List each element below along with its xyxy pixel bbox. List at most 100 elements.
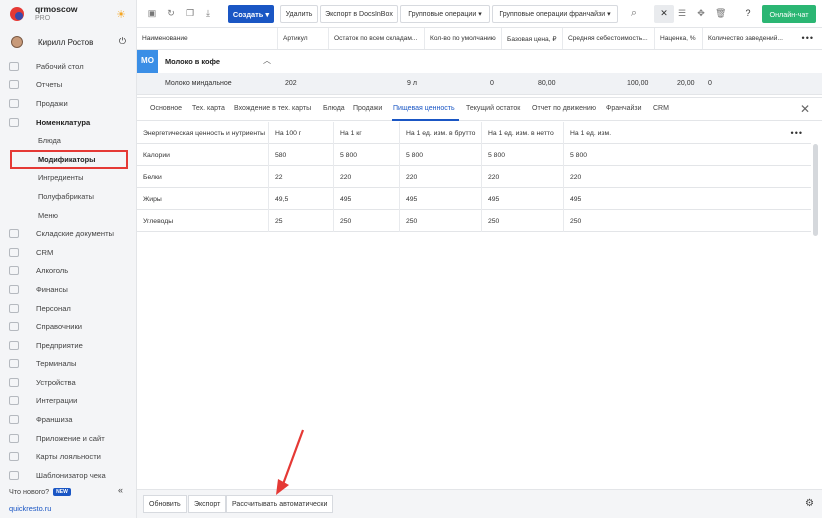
sidebar-item-devices[interactable]: Устройства	[0, 373, 137, 392]
sidebar-item-app-site[interactable]: Приложение и сайт	[0, 429, 137, 448]
list-icon[interactable]: ☰	[677, 8, 687, 18]
sidebar-item-sales[interactable]: Продажи	[0, 94, 137, 113]
table-cell[interactable]: 5 800	[482, 144, 564, 166]
table-cell[interactable]: 5 800	[334, 144, 400, 166]
table-row[interactable]: Жиры 49,5 495 495 495 495	[137, 188, 811, 210]
sidebar-item-reports[interactable]: Отчеты	[0, 76, 137, 95]
tab-sales[interactable]: Продажи	[353, 105, 382, 112]
table-cell[interactable]: 220	[400, 166, 482, 188]
column-header[interactable]: Кол-во по умолчанию	[425, 28, 502, 49]
table-cell[interactable]: 49,5	[269, 188, 334, 210]
column-header[interactable]: На 1 ед. изм.	[564, 122, 811, 144]
sidebar-item-nomenclature[interactable]: Номенклатура	[0, 113, 137, 132]
table-cell[interactable]: 580	[269, 144, 334, 166]
tab-franchisees[interactable]: Франчайзи	[606, 105, 642, 112]
sidebar-item-enterprise[interactable]: Предприятие	[0, 336, 137, 355]
more-options-icon[interactable]: •••	[791, 128, 803, 138]
refresh-icon[interactable]: ↻	[166, 8, 176, 18]
tab-crm[interactable]: CRM	[653, 105, 669, 112]
column-header[interactable]: Наценка, %	[655, 28, 703, 49]
column-header[interactable]: На 100 г	[269, 122, 334, 144]
sidebar-item-franchise[interactable]: Франшиза	[0, 410, 137, 429]
table-cell[interactable]: 250	[564, 210, 811, 232]
sun-icon[interactable]: ☀	[116, 8, 126, 21]
column-header[interactable]: Базовая цена, ₽	[502, 28, 563, 49]
table-cell[interactable]: 25	[269, 210, 334, 232]
sidebar-item-references[interactable]: Справочники	[0, 317, 137, 336]
sidebar-item-warehouse-docs[interactable]: Складские документы	[0, 224, 137, 243]
copy-icon[interactable]: ❐	[185, 8, 195, 18]
table-cell[interactable]: 220	[482, 166, 564, 188]
tab-movement-report[interactable]: Отчет по движению	[532, 105, 596, 112]
table-cell[interactable]: 495	[482, 188, 564, 210]
collapse-sidebar-icon[interactable]: «	[118, 485, 123, 495]
tab-dishes[interactable]: Блюда	[323, 105, 345, 112]
close-icon[interactable]: ✕	[800, 102, 810, 116]
sidebar-subitem-ingredients[interactable]: Ингредиенты	[0, 169, 137, 188]
sidebar-item-terminals[interactable]: Терминалы	[0, 355, 137, 374]
table-cell[interactable]: 495	[334, 188, 400, 210]
sidebar-item-loyalty-cards[interactable]: Карты лояльности	[0, 447, 137, 466]
scrollbar[interactable]	[813, 144, 818, 236]
tab-current-stock[interactable]: Текущий остаток	[466, 105, 520, 112]
table-cell[interactable]: 220	[564, 166, 811, 188]
trash-icon[interactable]: 🗑	[715, 8, 726, 18]
tab-nutrition[interactable]: Пищевая ценность	[393, 105, 455, 112]
table-cell[interactable]: 495	[564, 188, 811, 210]
export-docsinbox-button[interactable]: Экспорт в DocsInBox	[320, 5, 398, 23]
sidebar-item-crm[interactable]: CRM	[0, 243, 137, 262]
download-icon[interactable]: ⤓	[203, 8, 213, 18]
sidebar-subitem-dishes[interactable]: Блюда	[0, 131, 137, 150]
sidebar-item-staff[interactable]: Персонал	[0, 299, 137, 318]
table-row[interactable]: Молоко миндальное 202 9 л 0 80,00 100,00…	[137, 73, 822, 95]
tab-tech-card-usage[interactable]: Вхождение в тех. карты	[234, 105, 311, 112]
table-cell[interactable]: 220	[334, 166, 400, 188]
column-header[interactable]: На 1 ед. изм. в нетто	[482, 122, 564, 144]
move-icon[interactable]: ✥	[696, 8, 706, 18]
sidebar-item-receipt-template[interactable]: Шаблонизатор чека	[0, 466, 137, 485]
sidebar-item-integrations[interactable]: Интеграции	[0, 392, 137, 411]
refresh-button[interactable]: Обновить	[143, 495, 187, 513]
column-header[interactable]: Количество заведений...	[703, 28, 789, 49]
create-button[interactable]: Создать ▾	[228, 5, 274, 23]
group-operations-franchise-dropdown[interactable]: Групповые операции франчайзи ▾	[492, 5, 618, 23]
column-header[interactable]: Остаток по всем складам...	[329, 28, 425, 49]
help-icon[interactable]: ?	[743, 8, 753, 18]
user-profile[interactable]: Кирилл Ростов ⏻	[0, 32, 137, 52]
sidebar-item-desktop[interactable]: Рабочий стол	[0, 57, 137, 76]
table-cell[interactable]: 5 800	[564, 144, 811, 166]
search-icon[interactable]: ⌕	[629, 8, 639, 19]
table-row[interactable]: Калории 580 5 800 5 800 5 800 5 800	[137, 144, 811, 166]
tools-icon[interactable]: ✕	[659, 8, 669, 18]
table-row[interactable]: Углеводы 25 250 250 250 250	[137, 210, 811, 232]
table-cell[interactable]: 250	[334, 210, 400, 232]
column-header[interactable]: Энергетическая ценность и нутриенты	[137, 122, 269, 144]
column-header[interactable]: Наименование	[137, 28, 278, 49]
domain-link[interactable]: quickresto.ru	[9, 504, 51, 513]
save-icon[interactable]: ▣	[147, 8, 157, 18]
sidebar-subitem-menu[interactable]: Меню	[0, 206, 137, 225]
export-button[interactable]: Экспорт	[188, 495, 227, 513]
column-header[interactable]: На 1 кг	[334, 122, 400, 144]
table-cell[interactable]: 250	[400, 210, 482, 232]
whats-new-link[interactable]: Что нового? NEW	[9, 487, 71, 496]
table-cell[interactable]: 22	[269, 166, 334, 188]
column-header[interactable]: Средняя себестоимость...	[563, 28, 655, 49]
sidebar-subitem-modifiers[interactable]: Модификаторы	[10, 149, 128, 169]
sidebar-subitem-semifinished[interactable]: Полуфабрикаты	[0, 187, 137, 206]
delete-button[interactable]: Удалить	[280, 5, 318, 23]
group-row[interactable]: МО Молоко в кофе ︿	[137, 50, 822, 95]
power-icon[interactable]: ⏻	[119, 36, 126, 47]
column-header[interactable]: На 1 ед. изм. в брутто	[400, 122, 482, 144]
sidebar-item-alcohol[interactable]: Алкоголь	[0, 262, 137, 281]
group-operations-dropdown[interactable]: Групповые операции ▾	[400, 5, 490, 23]
tab-tech-card[interactable]: Тех. карта	[192, 105, 225, 112]
chevron-up-icon[interactable]: ︿	[263, 55, 271, 66]
brand[interactable]: qrmoscow PRO ☀	[0, 0, 137, 28]
more-options-icon[interactable]: •••	[802, 33, 814, 43]
table-cell[interactable]: 5 800	[400, 144, 482, 166]
settings-sliders-icon[interactable]: ⚙	[805, 498, 814, 509]
table-cell[interactable]: 495	[400, 188, 482, 210]
column-header[interactable]: Артикул	[278, 28, 329, 49]
online-chat-button[interactable]: Онлайн-чат	[762, 5, 816, 23]
